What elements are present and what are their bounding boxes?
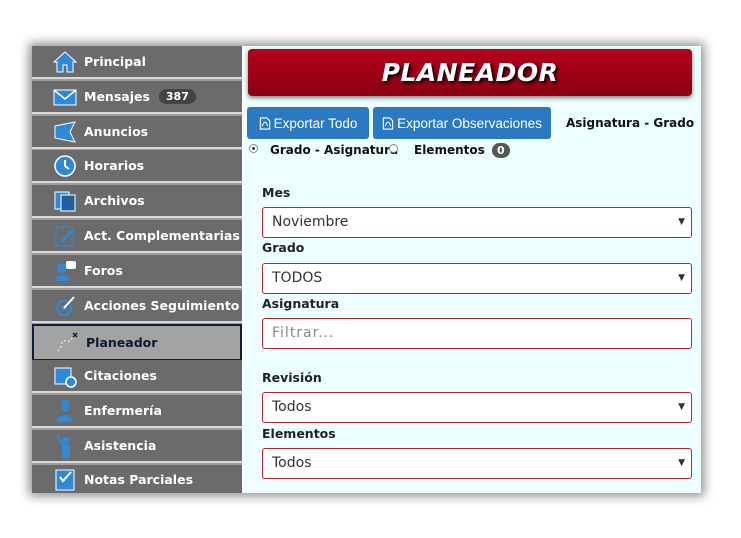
sidebar-item-label: Mensajes: [84, 89, 150, 104]
view-grado-asignatura[interactable]: Grado - Asignatura: [270, 143, 398, 157]
sidebar-item-label: Act. Complementarias: [84, 228, 240, 243]
sidebar-item-horarios[interactable]: Horarios: [32, 150, 242, 183]
pdf-file-icon: [259, 116, 270, 130]
tracking-icon: [52, 293, 78, 319]
files-icon: [52, 188, 78, 214]
mes-select-value: Noviembre: [272, 214, 349, 230]
messages-count-badge: 387: [158, 89, 196, 104]
sidebar-item-label: Notas Parciales: [84, 471, 194, 487]
nurse-icon: [52, 398, 78, 424]
sidebar-item-principal[interactable]: Principal: [32, 46, 242, 79]
megaphone-icon: [52, 119, 78, 145]
clock-icon: [52, 153, 78, 179]
view-elementos[interactable]: Elementos 0: [414, 143, 510, 158]
elementos-count-badge: 0: [491, 143, 510, 158]
asignatura-label: Asignatura: [262, 296, 340, 311]
radio-grado-asignatura[interactable]: [249, 144, 258, 153]
export-all-label: Exportar Todo: [273, 115, 358, 131]
notepad-icon: [52, 223, 78, 249]
sidebar-item-citaciones[interactable]: Citaciones: [32, 360, 242, 393]
envelope-icon: [52, 84, 78, 110]
person-raising-hand-icon: [52, 433, 78, 459]
dropdown-caret-icon: ▼: [678, 402, 685, 412]
revision-label: Revisión: [262, 370, 322, 385]
checklist-icon: [52, 466, 78, 492]
mes-label: Mes: [262, 185, 291, 200]
sidebar-item-label: Principal: [84, 54, 146, 69]
sidebar-item-label: Anuncios: [84, 124, 149, 139]
sidebar-item-asistencia[interactable]: Asistencia: [32, 430, 242, 463]
grado-select-value: TODOS: [272, 270, 323, 286]
grado-label: Grado: [262, 240, 305, 255]
sidebar-item-notas-parciales[interactable]: Notas Parciales: [32, 465, 242, 493]
main-panel: PLANEADOR Exportar Todo Exportar Observa…: [243, 46, 701, 493]
sidebar-item-label: Enfermería: [84, 403, 162, 418]
dropdown-caret-icon: ▼: [678, 273, 685, 283]
dropdown-caret-icon: ▼: [678, 217, 685, 227]
planner-icon: [54, 330, 80, 356]
sidebar-item-label: Foros: [84, 263, 123, 278]
app-frame: Principal Mensajes 387 Anuncios Horarios: [32, 46, 701, 493]
dropdown-caret-icon: ▼: [678, 458, 685, 468]
home-icon: [52, 49, 78, 75]
revision-select-value: Todos: [272, 399, 312, 415]
page-title: PLANEADOR: [248, 49, 692, 96]
asignatura-filter-input[interactable]: Filtrar...: [262, 318, 692, 349]
sidebar-item-archivos[interactable]: Archivos: [32, 185, 242, 218]
asignatura-filter-placeholder: Filtrar...: [272, 325, 335, 341]
calendar-clock-icon: [52, 363, 78, 389]
sidebar-item-mensajes[interactable]: Mensajes 387: [32, 81, 242, 114]
export-all-button[interactable]: Exportar Todo: [247, 107, 369, 139]
sidebar-item-label: Citaciones: [84, 368, 157, 383]
view-elementos-label: Elementos: [414, 143, 485, 157]
grado-select[interactable]: TODOS ▼: [262, 263, 692, 294]
export-observations-label: Exportar Observaciones: [397, 115, 542, 131]
view-asignatura-grado[interactable]: Asignatura - Grado: [566, 116, 694, 130]
sidebar-item-label: Asistencia: [84, 438, 157, 453]
sidebar: Principal Mensajes 387 Anuncios Horarios: [32, 46, 242, 493]
export-observations-button[interactable]: Exportar Observaciones: [373, 107, 551, 139]
forum-icon: [52, 258, 78, 284]
mes-select[interactable]: Noviembre ▼: [262, 207, 692, 238]
sidebar-item-planeador[interactable]: Planeador: [32, 324, 242, 361]
elementos-select[interactable]: Todos ▼: [262, 448, 692, 479]
sidebar-item-label: Planeador: [86, 335, 158, 350]
sidebar-item-label: Horarios: [84, 158, 145, 173]
elementos-select-value: Todos: [272, 455, 312, 471]
sidebar-item-act-complementarias[interactable]: Act. Complementarias: [32, 220, 242, 253]
sidebar-item-acciones-seguimiento[interactable]: Acciones Seguimiento: [32, 290, 242, 323]
sidebar-item-foros[interactable]: Foros: [32, 255, 242, 288]
sidebar-item-enfermeria[interactable]: Enfermería: [32, 395, 242, 428]
pdf-file-icon: [382, 116, 394, 130]
revision-select[interactable]: Todos ▼: [262, 392, 692, 423]
radio-elementos[interactable]: [389, 144, 398, 153]
elementos-label: Elementos: [262, 426, 336, 441]
sidebar-item-anuncios[interactable]: Anuncios: [32, 116, 242, 149]
sidebar-item-label: Acciones Seguimiento: [84, 298, 240, 313]
sidebar-item-label: Archivos: [84, 193, 145, 208]
